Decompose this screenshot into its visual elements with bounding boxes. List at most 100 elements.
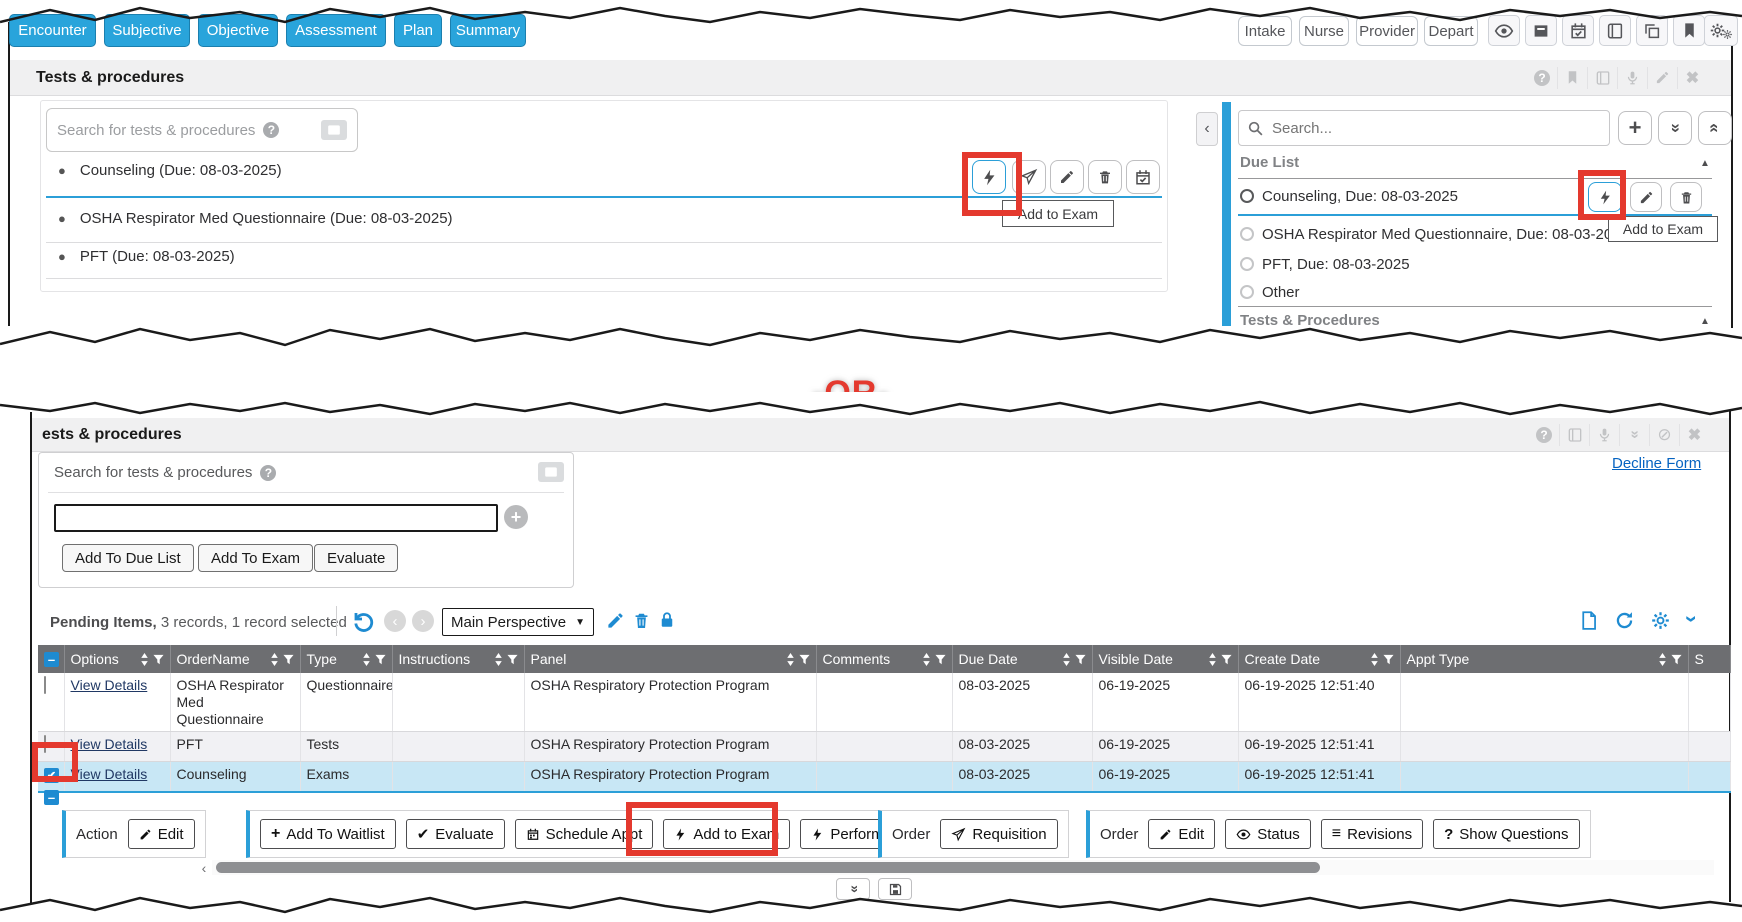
sort-icon[interactable]: [494, 653, 503, 666]
sort-icon[interactable]: [140, 653, 149, 666]
help-icon[interactable]: ?: [1527, 67, 1557, 89]
copy-pages-icon[interactable]: [1636, 15, 1668, 46]
decline-form-link[interactable]: Decline Form: [1612, 455, 1701, 472]
help-icon[interactable]: ?: [1529, 424, 1559, 446]
due-list-item[interactable]: Other: [1240, 284, 1300, 301]
tab-objective[interactable]: Objective: [198, 14, 278, 47]
list-item[interactable]: ●OSHA Respirator Med Questionnaire (Due:…: [58, 210, 453, 227]
row-checkbox[interactable]: [44, 676, 46, 694]
sidebar-search[interactable]: [1238, 110, 1610, 146]
sort-icon[interactable]: [1208, 653, 1217, 666]
microphone-icon[interactable]: [1589, 424, 1619, 446]
expand-all-button[interactable]: «: [1658, 111, 1692, 145]
archive-box-icon[interactable]: [1525, 15, 1557, 46]
undo-icon[interactable]: [350, 609, 374, 633]
cancel-icon[interactable]: ⊘: [1649, 424, 1679, 446]
add-to-exam-button[interactable]: Add To Exam: [198, 544, 313, 572]
col-due-date[interactable]: Due Date: [952, 645, 1092, 673]
perspective-select[interactable]: Main Perspective▼: [442, 608, 594, 636]
eye-icon[interactable]: [1488, 15, 1520, 46]
col-ordername[interactable]: OrderName: [170, 645, 300, 673]
list-view-icon[interactable]: [538, 462, 564, 482]
page-previous-icon[interactable]: ‹: [384, 610, 406, 632]
radio-icon[interactable]: [1240, 285, 1254, 299]
requisition-button[interactable]: Requisition: [940, 819, 1057, 849]
filter-funnel-icon[interactable]: [1075, 654, 1086, 665]
select-all-checkbox[interactable]: –: [44, 652, 59, 667]
sort-icon[interactable]: [1658, 653, 1667, 666]
book-icon[interactable]: [1559, 424, 1589, 446]
calendar-check-icon[interactable]: [1562, 15, 1594, 46]
collapse-all-button[interactable]: «: [1698, 111, 1732, 145]
add-to-waitlist-button[interactable]: +Add To Waitlist: [260, 819, 396, 849]
lock-icon[interactable]: [658, 611, 676, 629]
view-details-link[interactable]: View Details: [71, 736, 148, 752]
row-select-cell[interactable]: [38, 673, 64, 732]
book-icon[interactable]: [1587, 67, 1617, 89]
stage-button-provider[interactable]: Provider: [1356, 16, 1418, 46]
list-item[interactable]: ●PFT (Due: 08-03-2025): [58, 248, 235, 265]
chevron-down-icon[interactable]: ‹: [1686, 606, 1693, 632]
list-view-icon[interactable]: [321, 120, 347, 140]
collapse-triangle-icon[interactable]: ▲: [1700, 158, 1710, 169]
delete-trash-button[interactable]: [1088, 160, 1122, 194]
tests-search-box[interactable]: Search for tests & procedures ?: [46, 108, 358, 152]
sort-icon[interactable]: [1062, 653, 1071, 666]
settings-gears-icon[interactable]: [1704, 15, 1738, 46]
delete-trash-icon[interactable]: [632, 611, 651, 630]
horizontal-scrollbar-thumb[interactable]: [216, 862, 1320, 873]
status-button[interactable]: Status: [1225, 819, 1311, 849]
horizontal-scrollbar-track[interactable]: [212, 860, 1714, 875]
col-appt-type[interactable]: Appt Type: [1400, 645, 1688, 673]
tab-plan[interactable]: Plan: [394, 14, 442, 47]
tab-summary[interactable]: Summary: [450, 14, 526, 47]
filter-funnel-icon[interactable]: [375, 654, 386, 665]
sort-icon[interactable]: [922, 653, 931, 666]
book-icon[interactable]: [1599, 15, 1631, 46]
show-questions-button[interactable]: ?Show Questions: [1433, 819, 1579, 849]
add-to-due-list-button[interactable]: Add To Due List: [62, 544, 194, 572]
col-create-date[interactable]: Create Date: [1238, 645, 1400, 673]
close-icon[interactable]: ✖: [1677, 67, 1707, 89]
refresh-icon[interactable]: [1614, 610, 1635, 631]
col-partial[interactable]: S: [1688, 645, 1730, 673]
tab-encounter[interactable]: Encounter: [9, 14, 96, 47]
stage-button-depart[interactable]: Depart: [1424, 16, 1478, 46]
tab-subjective[interactable]: Subjective: [104, 14, 190, 47]
tests-procedures-section-header[interactable]: Tests & Procedures: [1240, 312, 1380, 329]
delete-trash-button[interactable]: [1670, 182, 1702, 212]
edit-pencil-icon[interactable]: [606, 611, 625, 630]
due-list-item[interactable]: Counseling, Due: 08-03-2025: [1240, 188, 1458, 205]
filter-funnel-icon[interactable]: [153, 654, 164, 665]
filter-funnel-icon[interactable]: [1221, 654, 1232, 665]
evaluate-button[interactable]: Evaluate: [314, 544, 398, 572]
collapse-triangle-icon[interactable]: ▲: [1700, 316, 1710, 327]
view-details-link[interactable]: View Details: [71, 766, 148, 782]
filter-funnel-icon[interactable]: [935, 654, 946, 665]
view-details-link[interactable]: View Details: [71, 677, 148, 693]
filter-funnel-icon[interactable]: [283, 654, 294, 665]
tab-assessment[interactable]: Assessment: [286, 14, 386, 47]
col-options[interactable]: Options: [64, 645, 170, 673]
filter-funnel-icon[interactable]: [1671, 654, 1682, 665]
schedule-calendar-check-button[interactable]: [1126, 160, 1160, 194]
filter-funnel-icon[interactable]: [799, 654, 810, 665]
filter-funnel-icon[interactable]: [1383, 654, 1394, 665]
tests-search-input[interactable]: [54, 504, 498, 532]
sidebar-search-input[interactable]: [1272, 120, 1572, 137]
stage-button-nurse[interactable]: Nurse: [1299, 16, 1349, 46]
sort-icon[interactable]: [362, 653, 371, 666]
scroll-left-arrow[interactable]: ‹: [196, 860, 212, 875]
edit-button[interactable]: Edit: [1148, 819, 1215, 849]
radio-icon[interactable]: [1240, 257, 1254, 271]
radio-icon[interactable]: [1240, 227, 1254, 241]
add-circle-button[interactable]: +: [504, 505, 528, 529]
bookmark-icon[interactable]: [1673, 15, 1705, 46]
sort-icon[interactable]: [1370, 653, 1379, 666]
select-all-footer-checkbox[interactable]: –: [44, 790, 59, 805]
table-row[interactable]: View Details OSHA Respirator Med Questio…: [38, 673, 1730, 732]
col-type[interactable]: Type: [300, 645, 392, 673]
due-list-header[interactable]: Due List: [1240, 154, 1299, 171]
col-visible-date[interactable]: Visible Date: [1092, 645, 1238, 673]
sort-icon[interactable]: [786, 653, 795, 666]
